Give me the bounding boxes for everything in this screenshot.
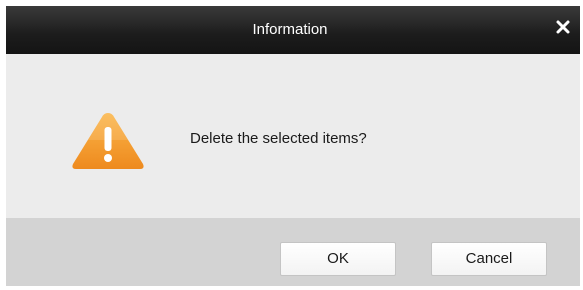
dialog-titlebar: Information	[6, 6, 580, 54]
ok-button[interactable]: OK	[280, 242, 396, 276]
dialog-body: Delete the selected items?	[6, 54, 580, 218]
close-icon[interactable]	[554, 18, 572, 36]
dialog-title: Information	[252, 21, 328, 38]
cancel-button[interactable]: Cancel	[431, 242, 547, 276]
warning-icon	[70, 110, 146, 172]
dialog-footer: OK Cancel	[6, 218, 580, 286]
information-dialog: Information Delete the selected items? O…	[6, 6, 580, 286]
dialog-message: Delete the selected items?	[190, 130, 367, 147]
